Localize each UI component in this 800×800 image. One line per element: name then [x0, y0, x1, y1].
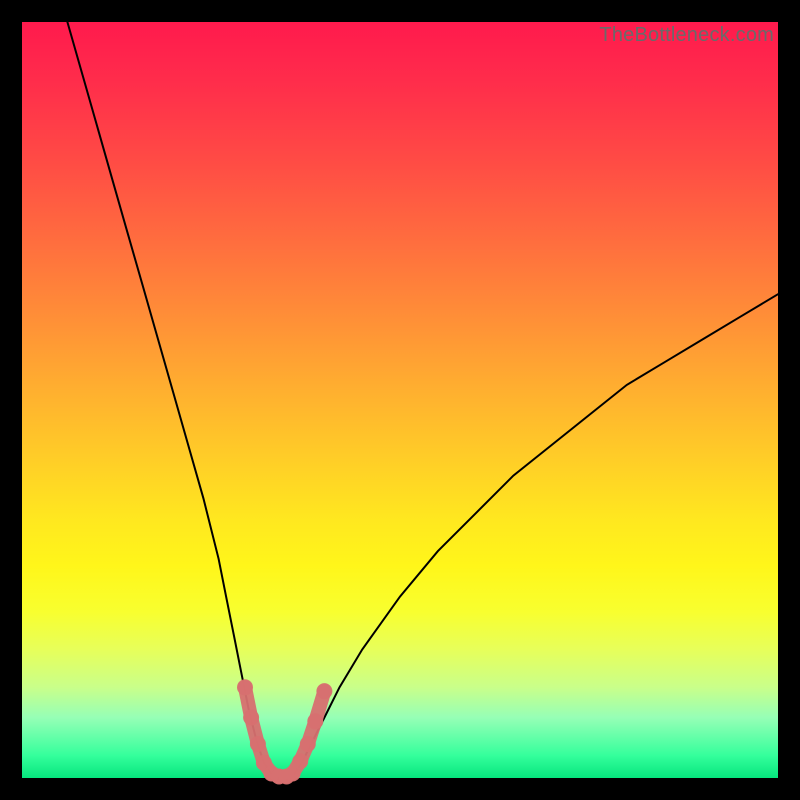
highlighted-range-dot	[307, 713, 323, 729]
chart-svg	[22, 22, 778, 778]
highlighted-range-dot	[243, 710, 259, 726]
highlighted-range-dot	[316, 683, 332, 699]
chart-frame: TheBottleneck.com	[22, 22, 778, 778]
highlighted-range-dot	[237, 679, 253, 695]
highlighted-range-dot	[250, 736, 266, 752]
bottleneck-curve	[67, 22, 778, 778]
highlighted-range-dot	[292, 753, 308, 769]
highlighted-range-dot	[300, 736, 316, 752]
